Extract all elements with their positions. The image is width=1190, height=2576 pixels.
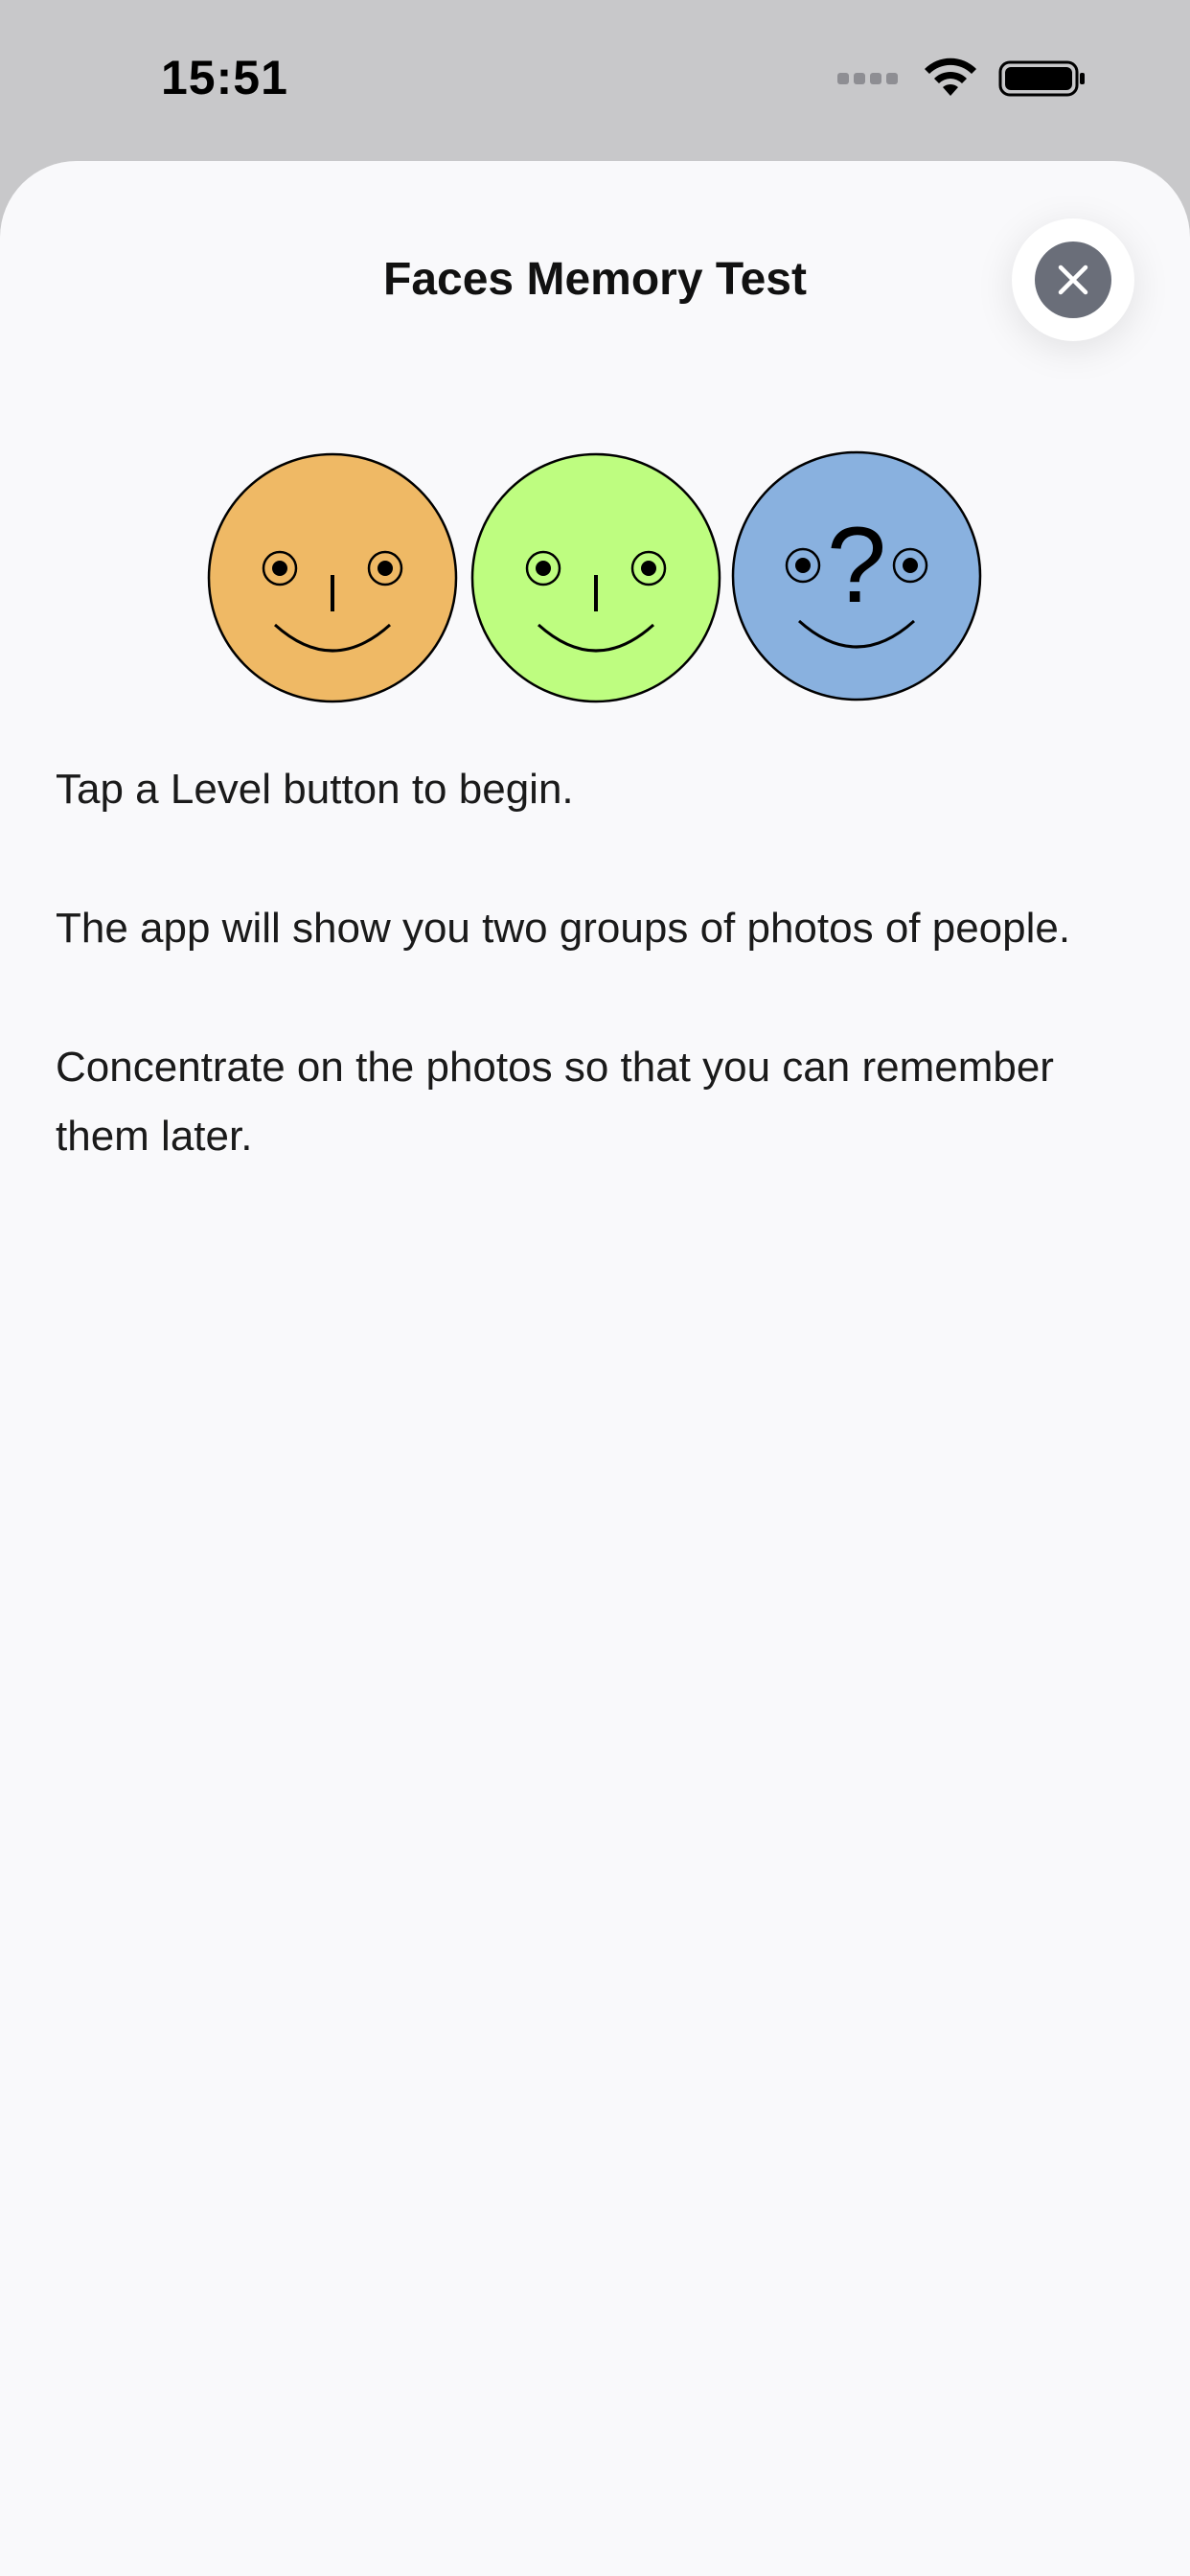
wifi-icon — [925, 58, 976, 96]
cellular-signal-icon — [837, 73, 903, 84]
instructions: Tap a Level button to begin. The app wil… — [56, 755, 1138, 1241]
green-face — [470, 452, 721, 703]
close-button-circle[interactable] — [1035, 242, 1111, 318]
instruction-paragraph: Tap a Level button to begin. — [56, 766, 574, 813]
status-bar: 15:51 — [0, 0, 1190, 163]
blue-face: ? — [731, 450, 982, 702]
close-icon — [1058, 264, 1088, 295]
orange-face — [207, 452, 458, 703]
status-time: 15:51 — [161, 51, 288, 104]
instruction-paragraph: The app will show you two groups of phot… — [56, 905, 1071, 952]
instruction-paragraph: Concentrate on the photos so that you ca… — [56, 1044, 1054, 1160]
battery-icon — [998, 60, 1085, 97]
close-button[interactable] — [1012, 218, 1134, 341]
modal-sheet: Faces Memory Test ? Tap a Level button t… — [0, 161, 1190, 2576]
faces-illustration: ? — [207, 450, 982, 703]
question-mark: ? — [827, 505, 886, 625]
status-icons — [837, 58, 1087, 100]
